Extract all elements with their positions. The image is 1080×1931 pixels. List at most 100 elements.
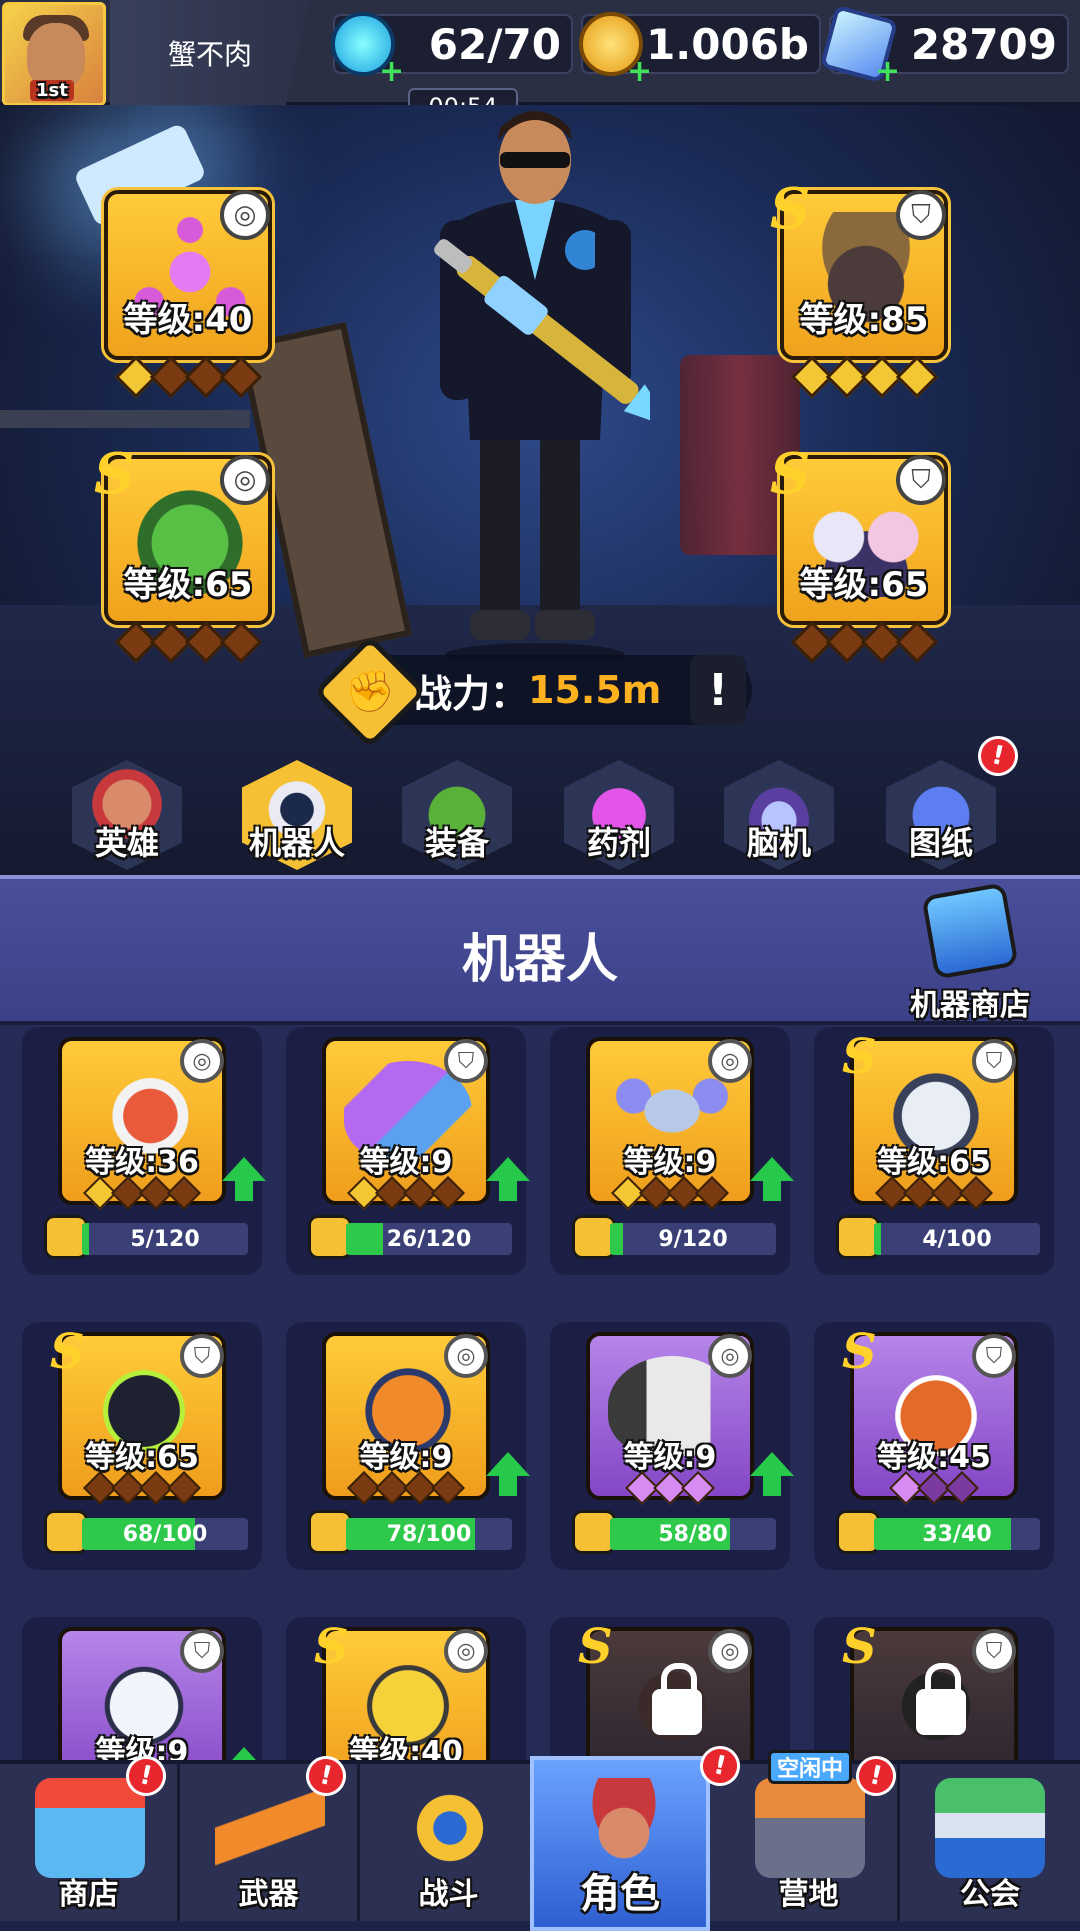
robot-level: 等级:9 <box>359 1145 453 1180</box>
progress-text: 9/120 <box>658 1226 728 1252</box>
target-icon: ◎ <box>220 455 270 505</box>
tab-label: 脑机 <box>746 824 811 862</box>
hero-character[interactable] <box>420 100 650 660</box>
robot-level: 等级:9 <box>623 1440 717 1475</box>
tab-potion[interactable]: 药剂 <box>554 730 684 870</box>
upgrade-arrow-icon[interactable] <box>222 1157 266 1201</box>
equipped-robot-slot-2[interactable]: S ⛉ 等级:85 <box>770 176 948 399</box>
tab-hero[interactable]: 英雄 <box>62 730 192 870</box>
battle-gear-icon <box>395 1778 505 1878</box>
tab-brain-machine[interactable]: 脑机 <box>714 730 844 870</box>
robot-panel-header: 机器人 机器商店 <box>0 875 1080 1025</box>
shield-icon: ⛉ <box>972 1039 1016 1083</box>
robot-card[interactable]: ◎ 等级:9 <box>586 1037 754 1210</box>
target-icon: ◎ <box>180 1039 224 1083</box>
coin-resource[interactable]: + 1.006b <box>579 12 821 89</box>
gem-resource[interactable]: + 28709 <box>819 4 1069 89</box>
target-icon: ◎ <box>708 1629 752 1673</box>
energy-resource[interactable]: + 62/70 <box>331 12 573 89</box>
power-label: 战力： <box>414 671 529 716</box>
star-diamond <box>167 1471 201 1505</box>
robot-cell[interactable]: ◎ 等级:36 5/120 <box>22 1027 266 1275</box>
robot-card[interactable]: S ⛉ 等级:45 <box>842 1324 1018 1505</box>
upgrade-arrow-icon[interactable] <box>750 1157 794 1201</box>
robot-cell[interactable]: ⛉ 等级:9 <box>22 1617 266 1760</box>
shop-label: 机器商店 <box>910 988 1030 1023</box>
star-rating <box>326 1471 486 1505</box>
progress-text: 5/120 <box>130 1226 200 1252</box>
lock-icon <box>916 1663 966 1735</box>
target-icon: ◎ <box>708 1039 752 1083</box>
tab-equipment[interactable]: 装备 <box>392 730 522 870</box>
star-diamond <box>695 1176 729 1210</box>
gem-value: 28709 <box>910 19 1057 69</box>
robot-cell[interactable]: S ⛉ <box>814 1617 1054 1760</box>
star-rating <box>784 355 944 399</box>
upgrade-arrow-icon[interactable] <box>222 1747 266 1760</box>
robot-card[interactable]: S ⛉ <box>842 1619 1018 1760</box>
shield-icon: ⛉ <box>444 1039 488 1083</box>
tab-label: 图纸 <box>908 824 973 862</box>
star-diamond <box>167 1176 201 1210</box>
robot-cell[interactable]: ◎ 等级:9 58/80 <box>550 1322 794 1570</box>
robot-cell[interactable]: S ◎ <box>550 1617 790 1760</box>
robot-level: 等级:65 <box>85 1440 199 1475</box>
fragment-progress-bar: 26/120 <box>346 1223 512 1255</box>
equipped-robot-slot-1[interactable]: ◎ 等级:40 <box>104 190 272 399</box>
tab-label: 药剂 <box>586 824 651 862</box>
robot-cell[interactable]: S ◎ 等级:40 <box>286 1617 526 1760</box>
shield-icon: ⛉ <box>972 1629 1016 1673</box>
robot-card[interactable]: S ⛉ 等级:65 <box>842 1029 1018 1210</box>
robot-grid[interactable]: ◎ 等级:36 5/120 ⛉ 等级:9 26/120 ◎ 等级:9 9/120 S ⛉ 等级:65 4… <box>0 1025 1080 1760</box>
upgrade-arrow-icon[interactable] <box>486 1452 530 1496</box>
robot-cell[interactable]: ⛉ 等级:9 26/120 <box>286 1027 530 1275</box>
target-icon: ◎ <box>444 1334 488 1378</box>
robot-card[interactable]: ◎ 等级:9 <box>586 1332 754 1505</box>
star-rating <box>326 1176 486 1210</box>
robot-cell[interactable]: S ⛉ 等级:65 68/100 <box>22 1322 262 1570</box>
energy-plus-icon[interactable]: + <box>379 54 404 89</box>
robot-cell[interactable]: S ⛉ 等级:65 4/100 <box>814 1027 1054 1275</box>
upgrade-arrow-icon[interactable] <box>486 1157 530 1201</box>
star-rating <box>62 1471 222 1505</box>
robot-level: 等级:36 <box>85 1145 199 1180</box>
robot-card[interactable]: S ◎ <box>578 1619 754 1760</box>
robot-card[interactable]: S ◎ 等级:40 <box>314 1619 490 1760</box>
robot-card[interactable]: ◎ 等级:36 <box>58 1037 226 1210</box>
robot-shop-button[interactable]: 机器商店 <box>880 882 1060 1024</box>
nav-guild[interactable]: 公会 <box>900 1760 1080 1921</box>
star-diamond <box>431 1471 465 1505</box>
fragment-progress-bar: 5/120 <box>82 1223 248 1255</box>
shield-icon: ⛉ <box>896 455 946 505</box>
power-info-button[interactable]: ! <box>690 655 746 725</box>
progress-fill <box>874 1223 881 1255</box>
equipped-robot-slot-4[interactable]: S ⛉ 等级:65 <box>770 441 948 664</box>
robot-level: 等级:65 <box>877 1145 991 1180</box>
robot-cell[interactable]: ◎ 等级:9 78/100 <box>286 1322 530 1570</box>
player-name[interactable]: 蟹不肉 <box>110 0 310 105</box>
fragment-progress-bar: 78/100 <box>346 1518 512 1550</box>
star-rating <box>108 355 268 399</box>
shop-icon <box>35 1778 145 1878</box>
robot-cell[interactable]: S ⛉ 等级:45 33/40 <box>814 1322 1054 1570</box>
robot-card[interactable]: ◎ 等级:9 <box>322 1332 490 1505</box>
nav-character[interactable]: 角色 <box>530 1756 710 1931</box>
progress-text: 68/100 <box>122 1521 208 1547</box>
equipped-robot-slot-3[interactable]: S ◎ 等级:65 <box>94 441 272 664</box>
shield-icon: ⛉ <box>180 1629 224 1673</box>
robot-card[interactable]: S ⛉ 等级:65 <box>50 1324 226 1505</box>
upgrade-arrow-icon[interactable] <box>750 1452 794 1496</box>
gem-plus-icon[interactable]: + <box>875 54 900 89</box>
fragment-progress-bar: 68/100 <box>82 1518 248 1550</box>
fragment-progress-bar: 33/40 <box>874 1518 1040 1550</box>
robot-cell[interactable]: ◎ 等级:9 9/120 <box>550 1027 794 1275</box>
robot-level: 等级:40 <box>349 1735 463 1760</box>
robot-card[interactable]: ⛉ 等级:9 <box>58 1627 226 1760</box>
tab-robot[interactable]: 机器人 <box>232 730 362 870</box>
nav-battle[interactable]: 战斗 <box>360 1760 540 1921</box>
robot-card[interactable]: ⛉ 等级:9 <box>322 1037 490 1210</box>
guild-icon <box>935 1778 1045 1878</box>
slot-level: 等级:65 <box>799 565 929 605</box>
progress-fill <box>610 1223 624 1255</box>
coin-plus-icon[interactable]: + <box>627 54 652 89</box>
